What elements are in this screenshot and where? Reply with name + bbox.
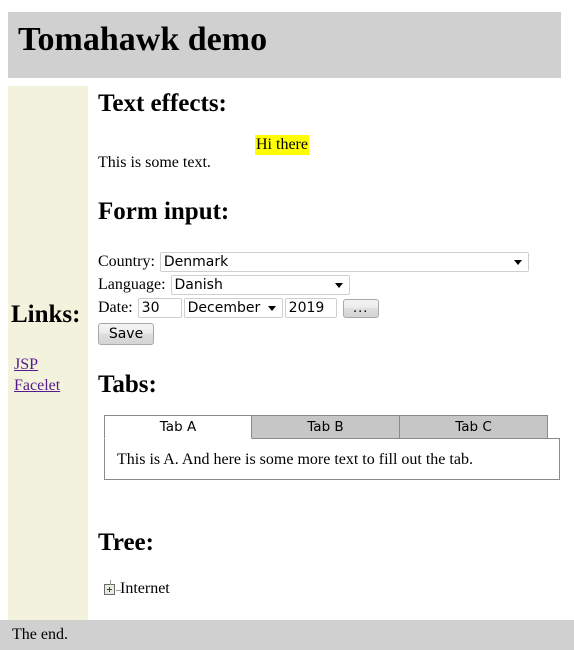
tabs-heading: Tabs: xyxy=(98,371,157,398)
tab-b[interactable]: Tab B xyxy=(252,415,400,439)
page-footer: The end. xyxy=(0,620,574,650)
month-select-wrap: December xyxy=(183,298,283,318)
date-year-input[interactable] xyxy=(284,298,337,318)
sidebar: Links: JSP Facelet xyxy=(8,86,88,620)
tree-node-internet[interactable]: Internet xyxy=(104,579,170,599)
country-select-wrap: Denmark xyxy=(159,252,529,272)
sidebar-link-jsp[interactable]: JSP xyxy=(14,354,88,375)
expand-plus-icon[interactable] xyxy=(104,579,121,595)
country-select[interactable]: Denmark xyxy=(159,252,529,272)
date-month-select[interactable]: December xyxy=(183,298,283,318)
save-row: Save xyxy=(98,323,154,345)
tree-node-label: Internet xyxy=(120,580,170,597)
country-row: Country: Denmark xyxy=(98,252,529,272)
page-title: Tomahawk demo xyxy=(18,21,268,58)
country-label: Country: xyxy=(98,253,155,270)
footer-text: The end. xyxy=(12,626,68,643)
body-text: This is some text. xyxy=(98,154,211,171)
tab-panel: This is A. And here is some more text to… xyxy=(104,438,560,480)
tree-heading: Tree: xyxy=(98,529,154,556)
tree-stem-right xyxy=(116,589,121,591)
tab-c[interactable]: Tab C xyxy=(400,415,548,439)
tree-stem-top xyxy=(110,579,111,585)
tab-panel-text: This is A. And here is some more text to… xyxy=(117,451,473,468)
date-day-input[interactable] xyxy=(137,298,182,318)
sidebar-link-list: JSP Facelet xyxy=(14,354,88,396)
sidebar-links-heading: Links: xyxy=(11,301,81,328)
language-select-wrap: Danish xyxy=(170,275,350,295)
language-select[interactable]: Danish xyxy=(170,275,350,295)
date-picker-button[interactable]: ... xyxy=(342,298,379,318)
tab-strip: Tab A Tab B Tab C xyxy=(104,415,548,439)
language-row: Language: Danish xyxy=(98,275,350,295)
save-button[interactable]: Save xyxy=(98,323,154,345)
date-label: Date: xyxy=(98,299,133,316)
language-label: Language: xyxy=(98,276,166,293)
highlighted-text: Hi there xyxy=(255,135,309,155)
page-header: Tomahawk demo xyxy=(8,12,561,78)
tab-widget: Tab A Tab B Tab C This is A. And here is… xyxy=(104,415,560,480)
date-row: Date: December ... xyxy=(98,298,379,318)
sidebar-link-facelet[interactable]: Facelet xyxy=(14,375,88,396)
form-input-heading: Form input: xyxy=(98,198,230,225)
text-effects-heading: Text effects: xyxy=(98,90,227,117)
tab-a[interactable]: Tab A xyxy=(104,415,252,439)
